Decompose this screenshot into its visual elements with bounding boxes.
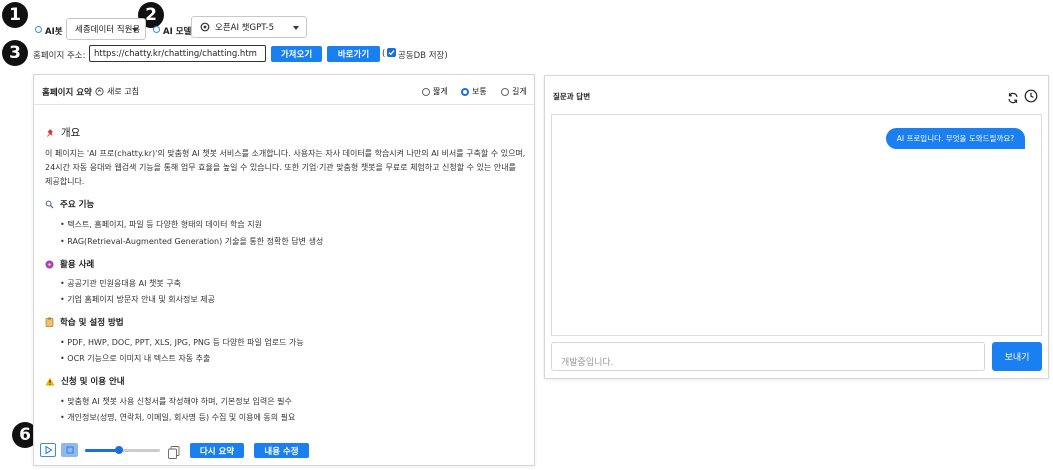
ai-bot-label: AI봇 — [45, 27, 63, 37]
refresh-label: 새로 고침 — [107, 87, 139, 96]
section-learning-item-2: • OCR 기능으로 이미지 내 텍스트 자동 추출 — [60, 354, 211, 363]
section-usecases-title: 활용 사례 — [60, 260, 95, 270]
play-button[interactable] — [40, 443, 56, 457]
copy-icon — [168, 446, 180, 459]
save-db-checkbox[interactable] — [387, 48, 396, 57]
overview-line-2: 24시간 자동 응대와 웹검색 기능을 통해 업무 효율을 높일 수 있습니다.… — [45, 163, 516, 172]
overview-title: 개요 — [61, 127, 81, 139]
section-learning-heading: 학습 및 설정 방법 — [45, 316, 124, 328]
bot-message-bubble: AI 프로입니다. 무엇을 도와드릴까요? — [886, 128, 1025, 149]
length-option-short[interactable]: 짧게 — [422, 86, 448, 97]
section-features-item-2: • RAG(Retrieval-Augmented Generation) 기술… — [60, 237, 324, 246]
copy-button[interactable] — [168, 444, 180, 459]
radio-short — [422, 87, 430, 96]
callout-marker-1: 1 — [2, 2, 28, 28]
ai-model-radio[interactable] — [153, 26, 160, 33]
chat-input-placeholder: 개발중입니다. — [561, 358, 614, 368]
ai-model-select-value: 오픈AI 챗GPT-5 — [215, 23, 275, 33]
overview-heading: 개요 — [45, 125, 80, 140]
ai-bot-select[interactable]: 세종데이터 직원용 — [66, 18, 146, 40]
homepage-url-input[interactable]: https://chatty.kr/chatting/chatting.htm — [89, 45, 266, 62]
openai-logo-icon — [200, 22, 210, 32]
section-learning-item-1: • PDF, HWP, DOC, PPT, XLS, JPG, PNG 등 다양… — [60, 338, 304, 347]
history-button[interactable] — [1024, 88, 1038, 103]
length-option-long-label: 길게 — [512, 87, 527, 96]
save-db-label: 공동DB 저장) — [398, 51, 448, 61]
length-option-normal-label: 보통 — [472, 87, 487, 96]
section-usecases-item-2: • 기업 홈페이지 방문자 안내 및 회사정보 제공 — [60, 295, 216, 304]
section-apply-title: 신청 및 이용 안내 — [61, 377, 125, 387]
volume-slider-fill — [85, 449, 119, 452]
paren-open: ( — [382, 49, 386, 59]
chat-input[interactable]: 개발중입니다. — [551, 342, 985, 371]
clipboard-icon — [45, 317, 54, 327]
section-learning-title: 학습 및 설정 방법 — [60, 318, 124, 328]
summary-panel — [33, 74, 535, 466]
length-option-short-label: 짧게 — [433, 87, 448, 96]
section-apply-heading: 신청 및 이용 안내 — [45, 375, 125, 387]
magnifier-icon — [45, 200, 54, 208]
chat-refresh-button[interactable] — [1007, 89, 1019, 104]
refresh-circle-icon — [95, 87, 104, 96]
chat-panel-title: 질문과 답변 — [553, 92, 591, 101]
fetch-button[interactable]: 가져오기 — [271, 46, 322, 62]
section-usecases-heading: 활용 사례 — [45, 258, 94, 270]
summary-panel-title: 홈페이지 요약 — [42, 88, 92, 98]
overview-line-3: 제공합니다. — [45, 177, 85, 186]
radio-long — [501, 87, 509, 96]
resummarize-button[interactable]: 다시 요약 — [190, 443, 244, 458]
ai-bot-radio[interactable] — [35, 26, 42, 33]
ai-model-label: AI 모델 — [163, 27, 192, 37]
stop-button[interactable] — [61, 443, 78, 457]
callout-marker-3: 3 — [2, 40, 28, 66]
volume-slider-thumb[interactable] — [114, 446, 123, 454]
homepage-address-label: 홈페이지 주소: — [33, 51, 86, 61]
section-apply-item-1: • 맞춤형 AI 챗봇 사용 신청서를 작성해야 하며, 기본정보 입력은 필수 — [60, 397, 292, 406]
summary-header-divider — [34, 104, 534, 105]
play-icon — [45, 446, 52, 454]
ai-bot-select-value: 세종데이터 직원용 — [75, 25, 141, 35]
send-button[interactable]: 보내기 — [992, 342, 1042, 371]
checkmark-icon — [388, 50, 395, 56]
section-features-item-1: • 텍스트, 홈페이지, 파일 등 다양한 형태의 데이터 학습 지원 — [60, 220, 262, 229]
length-option-long[interactable]: 길게 — [501, 86, 527, 97]
overview-line-1: 이 페이지는 'AI 프로(chatty.kr)'의 맞춤형 AI 챗봇 서비스… — [45, 149, 526, 158]
section-features-heading: 주요 기능 — [45, 198, 94, 210]
chevron-down-icon — [132, 28, 138, 32]
pushpin-icon — [47, 128, 53, 137]
refresh-icon — [1008, 92, 1018, 104]
target-icon — [45, 260, 54, 268]
volume-slider[interactable] — [85, 446, 160, 454]
edit-content-button[interactable]: 내용 수정 — [254, 443, 309, 458]
refresh-button[interactable]: 새로 고침 — [95, 86, 139, 97]
section-usecases-item-1: • 공공기관 민원응대용 AI 챗봇 구축 — [60, 279, 181, 288]
radio-normal — [461, 87, 469, 96]
section-apply-item-2: • 개인정보(성명, 연락처, 이메일, 회사명 등) 수집 및 이용에 동의 … — [60, 413, 296, 422]
clock-icon — [1024, 89, 1038, 103]
homepage-url-value: https://chatty.kr/chatting/chatting.htm — [94, 49, 257, 59]
section-features-title: 주요 기능 — [60, 200, 95, 210]
goto-button[interactable]: 바로가기 — [327, 46, 380, 62]
stop-icon — [66, 446, 73, 454]
chevron-down-icon — [293, 26, 299, 30]
ai-model-select[interactable]: 오픈AI 챗GPT-5 — [191, 16, 307, 38]
length-option-normal[interactable]: 보통 — [461, 86, 487, 97]
bot-message-text: AI 프로입니다. 무엇을 도와드릴까요? — [896, 134, 1015, 143]
warning-icon — [45, 377, 55, 386]
